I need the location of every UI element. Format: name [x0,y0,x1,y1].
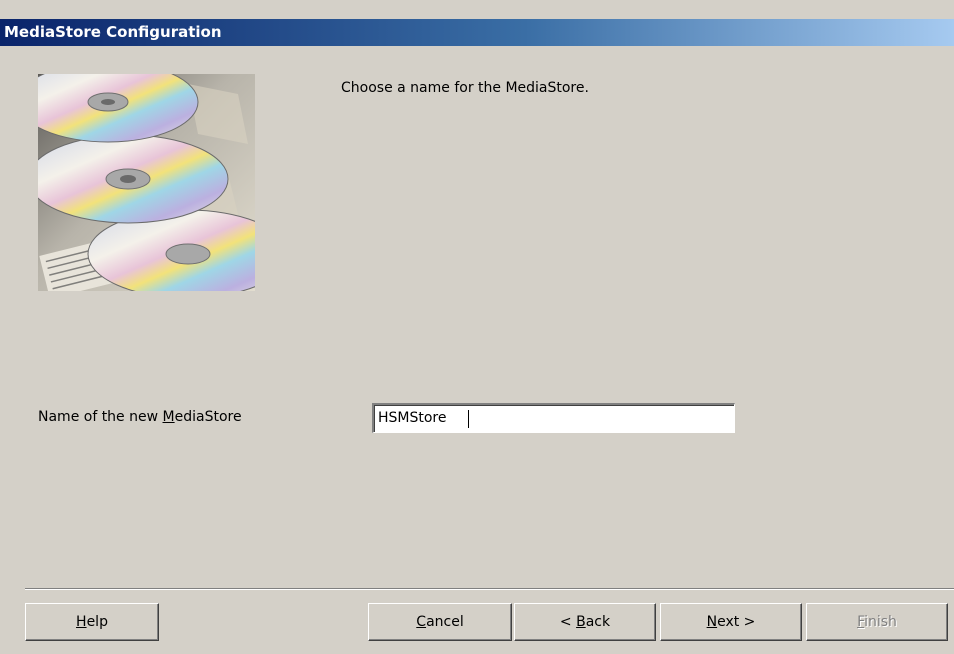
back-button-label: < Back [559,614,611,630]
finish-button-label: Finish [857,614,897,630]
label-text-start: Name of the new [38,409,163,425]
cancel-button[interactable]: Cancel [368,603,512,641]
mediastore-name-input[interactable]: HSMStore [372,403,735,433]
next-button-label: Next > [706,614,756,630]
configuration-dialog: MediaStore Configuration Choose a name f… [0,0,954,654]
finish-button[interactable]: Finish [806,603,948,641]
cd-discs-image [38,74,255,291]
button-separator-highlight [25,589,954,590]
label-accelerator: M [162,409,175,425]
instruction-text: Choose a name for the MediaStore. [341,80,589,96]
help-button[interactable]: Help [25,603,159,641]
mediastore-name-value: HSMStore [378,410,447,426]
title-bar: MediaStore Configuration [0,19,954,46]
back-button[interactable]: < Back [514,603,656,641]
window-title: MediaStore Configuration [4,23,222,41]
text-caret [468,410,469,428]
help-button-label: Help [76,614,108,630]
cancel-button-label: Cancel [416,614,464,630]
label-text-end: ediaStore [174,409,242,425]
mediastore-name-label: Name of the new MediaStore [38,409,242,425]
next-button[interactable]: Next > [660,603,802,641]
